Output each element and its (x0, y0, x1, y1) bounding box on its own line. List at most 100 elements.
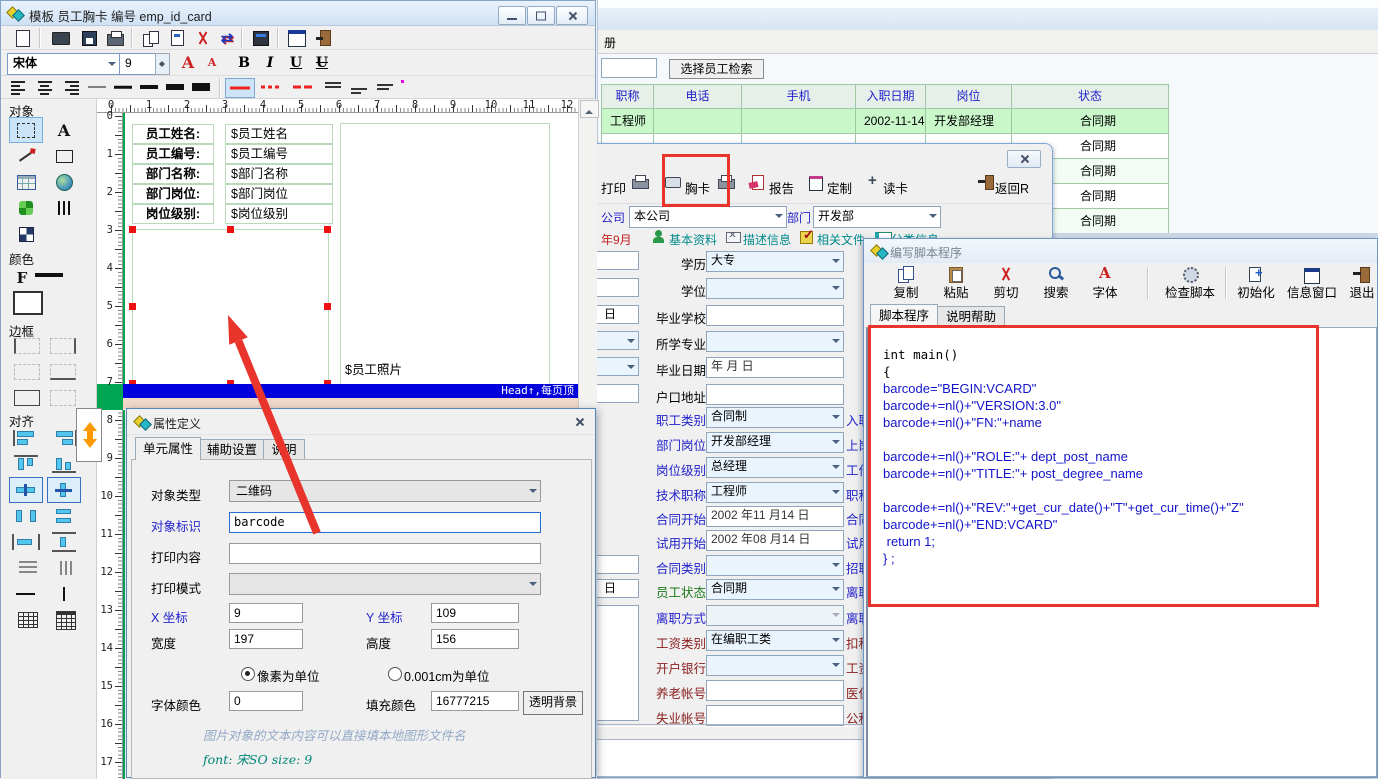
width-input[interactable]: 197 (229, 629, 303, 649)
select-employee-search-button[interactable]: 选择员工检索 (669, 59, 764, 79)
script-cut-button[interactable]: 剪切 (983, 263, 1029, 303)
media-button[interactable] (249, 28, 273, 48)
dialog-close-button[interactable] (568, 413, 590, 430)
line-color-button[interactable] (35, 273, 63, 277)
new-window-button[interactable] (285, 28, 309, 48)
horizontal-ruler[interactable]: 0123456789101112 (97, 99, 578, 113)
fill-color-swatch[interactable] (13, 291, 43, 315)
script-paste-button[interactable]: 粘贴 (933, 263, 979, 303)
strikethrough-button[interactable]: U (311, 53, 333, 73)
columns-button[interactable] (47, 555, 81, 581)
font-family-select[interactable]: 宋体 (7, 53, 120, 75)
field-label-box[interactable]: 部门名称: (132, 164, 214, 184)
fill-color-input[interactable]: 16777215 (431, 691, 519, 711)
solid-line-style-button[interactable] (225, 78, 255, 98)
script-copy-button[interactable]: 复制 (883, 263, 929, 303)
dotted-line-style-button[interactable] (257, 78, 285, 96)
border-bottom-button[interactable] (47, 361, 79, 383)
font-size-stepper[interactable] (155, 53, 170, 75)
script-init-button[interactable]: 初始化 (1231, 263, 1281, 303)
form-field-开户银行[interactable] (706, 655, 844, 676)
transparent-bg-button[interactable]: 透明背景 (523, 691, 583, 715)
border-none-button[interactable] (11, 361, 43, 383)
header-band[interactable]: Head↑,每页顶 (123, 384, 578, 398)
x-coord-input[interactable]: 9 (229, 603, 303, 623)
field-label-box[interactable]: 员工编号: (132, 144, 214, 164)
script-search-button[interactable]: 搜索 (1033, 263, 1079, 303)
object-id-input[interactable]: barcode (229, 512, 541, 533)
field-value-box[interactable]: $部门岗位 (225, 184, 333, 204)
column-header[interactable]: 电话 (654, 85, 742, 109)
rectangle-tool-button[interactable] (47, 143, 81, 169)
selection-handle[interactable] (129, 303, 136, 310)
rows-button[interactable] (9, 555, 43, 581)
barcode-lines-tool-button[interactable] (47, 195, 81, 221)
table-grid-tool-button[interactable] (9, 169, 43, 195)
field-label-box[interactable]: 部门岗位: (132, 184, 214, 204)
qr-code-element-selected[interactable] (132, 229, 329, 385)
form-field-失业帐号[interactable] (706, 705, 844, 726)
move-down-button[interactable] (83, 439, 97, 455)
swap-arrows-button[interactable] (215, 28, 239, 48)
employee-list-titlebar[interactable] (598, 0, 1378, 30)
form-field-毕业学校[interactable] (706, 305, 844, 326)
table-row[interactable]: 工程师2002-11-14开发部经理合同期 (602, 109, 1169, 134)
marquee-select-tool-button[interactable] (9, 117, 43, 143)
space-vertical-button[interactable] (47, 503, 81, 529)
underline-button[interactable]: U (285, 53, 307, 73)
text-align-center-button[interactable] (35, 79, 55, 95)
font-color-input[interactable]: 0 (229, 691, 303, 711)
close-button[interactable] (556, 6, 588, 25)
vertical-line-button[interactable] (47, 581, 81, 607)
open-folder-button[interactable] (49, 28, 73, 48)
form-field-技术职称[interactable]: 工程师 (706, 482, 844, 503)
tab-script[interactable]: 脚本程序 (870, 304, 938, 328)
print-content-input[interactable] (229, 543, 541, 564)
column-header[interactable]: 手机 (742, 85, 856, 109)
column-header[interactable]: 职称 (602, 85, 654, 109)
script-check-button[interactable]: 检查脚本 (1156, 263, 1224, 303)
field-label-box[interactable]: 岗位级别: (132, 204, 214, 224)
cut-button[interactable] (191, 28, 215, 48)
save-button[interactable] (77, 28, 101, 48)
form-field-职工类别[interactable]: 合同制 (706, 407, 844, 428)
field-value-box[interactable]: $部门名称 (225, 164, 333, 184)
align-top-button[interactable] (9, 451, 43, 477)
dashed-line-style-button[interactable] (289, 78, 317, 96)
baseline-high-button[interactable] (375, 80, 397, 94)
paste-button[interactable] (165, 28, 189, 48)
line-weight-2-button[interactable] (111, 79, 135, 95)
form-field-员工状态[interactable]: 合同期 (706, 579, 844, 600)
unit-cm-radio[interactable] (388, 667, 402, 681)
text-align-left-button[interactable] (9, 79, 29, 95)
globe-tool-button[interactable] (47, 169, 81, 195)
form-field-合同类别[interactable] (706, 555, 844, 576)
form-field-工资类别[interactable]: 在编职工类 (706, 630, 844, 651)
image-tool-button[interactable] (9, 195, 43, 221)
center-horizontal-button[interactable] (9, 477, 43, 503)
column-header[interactable]: 入职日期 (856, 85, 926, 109)
scroll-up-button[interactable] (580, 100, 599, 118)
grid-button[interactable] (9, 607, 43, 633)
script-exit-button[interactable]: 退出 (1347, 263, 1377, 303)
horizontal-line-button[interactable] (9, 581, 43, 607)
unit-pixel-radio[interactable] (241, 667, 255, 681)
tab-help[interactable]: 说明帮助 (937, 306, 1005, 328)
space-horizontal-button[interactable] (9, 503, 43, 529)
employee-search-input[interactable] (601, 58, 657, 78)
copy-button[interactable] (139, 28, 163, 48)
font-color-button[interactable] (9, 265, 35, 291)
form-field-离职方式[interactable] (706, 605, 844, 626)
baseline-low-button[interactable] (349, 80, 371, 94)
script-infowin-button[interactable]: 信息窗口 (1283, 263, 1341, 303)
line-weight-3-button[interactable] (137, 79, 161, 95)
align-left-button[interactable] (9, 425, 43, 451)
object-type-select[interactable]: 二维码 (229, 480, 541, 502)
photo-placeholder-box[interactable]: $员工照片 (340, 123, 550, 385)
template-titlebar[interactable]: 模板 员工胸卡 编号 emp_id_card (1, 1, 595, 26)
move-up-button[interactable] (83, 415, 97, 431)
restore-button[interactable] (527, 6, 555, 25)
line-weight-5-button[interactable] (189, 79, 213, 95)
bold-button[interactable]: B (233, 53, 255, 73)
form-field-养老帐号[interactable] (706, 680, 844, 701)
